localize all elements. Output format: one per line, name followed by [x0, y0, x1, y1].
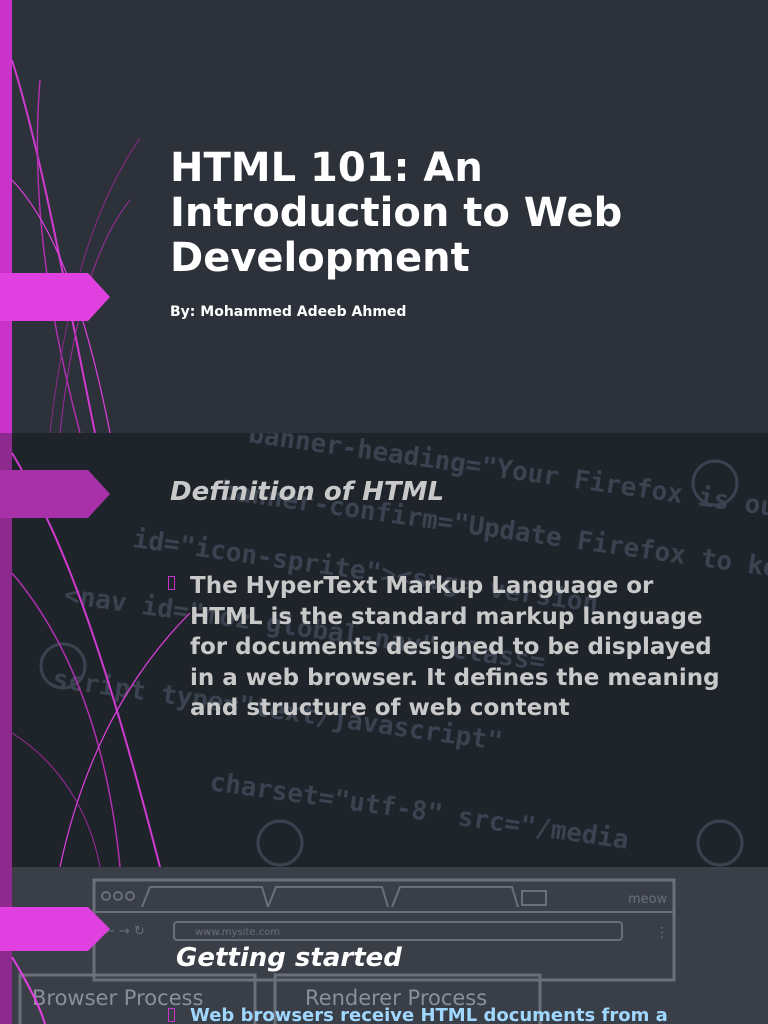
- page-title: HTML 101: An Introduction to Web Develop…: [170, 145, 623, 281]
- browser-url-text: www.mysite.com: [195, 927, 280, 938]
- window-dot-icon: [101, 891, 111, 901]
- title-slide: HTML 101: An Introduction to Web Develop…: [0, 0, 768, 433]
- definition-heading: Definition of HTML: [170, 477, 445, 507]
- svg-text:← → ↻: ← → ↻: [104, 924, 145, 939]
- definition-text: The HyperText Markup Language or HTML is…: [190, 573, 720, 721]
- getting-started-text: Web browsers receive HTML documents from…: [190, 1005, 668, 1024]
- background-code-line: charset="utf-8" src="/media: [208, 767, 631, 856]
- decorative-swirl: [11, 59, 140, 433]
- author-line: By: Mohammed Adeeb Ahmed: [170, 304, 407, 320]
- definition-slide: banner-heading="Your Firefox is out-of-d…: [0, 433, 768, 867]
- definition-arrow-tab: [0, 470, 110, 518]
- getting-started-heading: Getting started: [176, 943, 402, 973]
- getting-started-slide: meow ← → ↻ www.mysite.com ⋮ Browser Proc…: [0, 867, 768, 1024]
- process-label: Browser Process: [32, 986, 203, 1010]
- accent-bar: [0, 0, 12, 433]
- browser-brand-text: meow: [628, 892, 668, 907]
- bullet-icon: [168, 576, 175, 590]
- getting-started-arrow-tab: [0, 907, 110, 951]
- svg-text:⋮: ⋮: [655, 925, 669, 941]
- bullet-icon: [168, 1008, 175, 1022]
- title-arrow-tab: [0, 273, 110, 321]
